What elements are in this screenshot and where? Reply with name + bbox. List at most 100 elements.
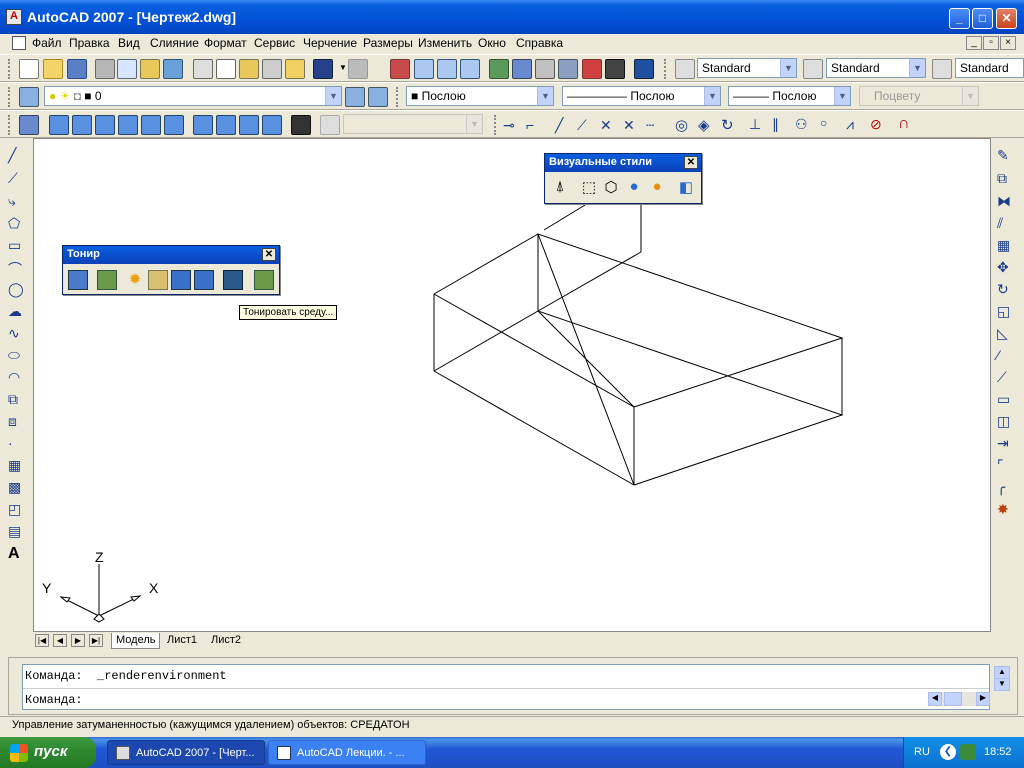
first-tab-button[interactable]: |◀ — [35, 634, 49, 647]
plot-icon[interactable] — [95, 59, 115, 79]
snap-nearest-icon[interactable]: ⩘ — [846, 116, 854, 133]
break-at-point-icon[interactable]: ▭ — [997, 391, 1015, 409]
arc-icon[interactable]: ⌒ — [8, 259, 26, 277]
snap-tangent-icon[interactable]: ↻ — [721, 116, 734, 134]
text-style-icon[interactable] — [675, 59, 695, 79]
left-view-icon[interactable] — [95, 115, 115, 135]
plot-preview-icon[interactable] — [117, 59, 137, 79]
calculator-icon[interactable] — [605, 59, 625, 79]
gradient-icon[interactable]: ▩ — [8, 479, 26, 497]
line-icon[interactable]: ╱ — [8, 147, 26, 165]
front-view-icon[interactable] — [141, 115, 161, 135]
sw-iso-icon[interactable] — [193, 115, 213, 135]
web-publish-icon[interactable] — [163, 59, 183, 79]
top-view-icon[interactable] — [49, 115, 69, 135]
network-icon[interactable] — [960, 744, 976, 760]
hatch-icon[interactable]: ▦ — [8, 457, 26, 475]
2d-wireframe-icon[interactable]: ⍋ — [550, 178, 570, 198]
revision-cloud-icon[interactable]: ☁ — [8, 303, 26, 321]
document-icon[interactable] — [12, 36, 26, 50]
properties-icon[interactable] — [489, 59, 509, 79]
make-layer-current-icon[interactable] — [345, 87, 365, 107]
snap-parallel-icon[interactable]: ∥ — [772, 116, 779, 133]
drawing-canvas[interactable]: Z Y X — [33, 138, 991, 632]
hide-icon[interactable] — [68, 270, 88, 290]
snap-center-icon[interactable]: ◎ — [675, 116, 688, 134]
autocad-app-icon[interactable] — [6, 9, 22, 25]
tool-palettes-icon[interactable] — [535, 59, 555, 79]
ne-iso-icon[interactable] — [239, 115, 259, 135]
se-iso-icon[interactable] — [216, 115, 236, 135]
3d-hidden-icon[interactable]: ⬡ — [601, 178, 621, 198]
cut-icon[interactable] — [193, 59, 213, 79]
render-icon[interactable] — [97, 270, 117, 290]
ellipse-icon[interactable]: ⬭ — [8, 347, 26, 365]
toolbar-grip[interactable] — [8, 115, 12, 135]
toolbar-grip[interactable] — [8, 59, 12, 79]
offset-icon[interactable]: ⫽ — [997, 215, 1015, 233]
break-icon[interactable]: ◫ — [997, 413, 1015, 431]
toolbar-grip[interactable] — [8, 87, 12, 107]
snap-from-icon[interactable]: ⌐ — [526, 117, 534, 133]
snap-perpendicular-icon[interactable]: ⊥ — [749, 116, 761, 133]
design-center-icon[interactable] — [512, 59, 532, 79]
doc-close-button[interactable]: × — [1000, 36, 1016, 50]
markup-icon[interactable] — [582, 59, 602, 79]
snap-apparent-intersection-icon[interactable]: ✕ — [623, 117, 635, 134]
fillet-icon[interactable]: ╭ — [997, 479, 1015, 497]
circle-icon[interactable]: ◯ — [8, 281, 26, 299]
block-editor-icon[interactable] — [285, 59, 305, 79]
render-environment-icon[interactable] — [223, 270, 243, 290]
camera-icon[interactable] — [291, 115, 311, 135]
osnap-settings-icon[interactable]: ∩ — [898, 115, 910, 133]
doc-minimize-button[interactable]: _ — [966, 36, 982, 50]
command-window[interactable]: Команда: _renderenvironment Команда: — [22, 664, 990, 710]
realistic-icon[interactable]: ● — [624, 178, 644, 198]
scroll-left-button[interactable]: ◀ — [928, 692, 942, 706]
menu-file[interactable]: Файл — [32, 36, 62, 50]
construction-line-icon[interactable]: ⟋ — [8, 170, 26, 188]
back-view-icon[interactable] — [164, 115, 184, 135]
task-autocad[interactable]: AutoCAD 2007 - [Черт... — [107, 740, 265, 765]
stretch-icon[interactable]: ◺ — [997, 325, 1015, 343]
text-style-select[interactable]: Standard ▼ — [697, 58, 797, 78]
paste-icon[interactable] — [239, 59, 259, 79]
start-button[interactable]: пуск — [0, 737, 96, 768]
toolbar-grip[interactable] — [396, 87, 400, 107]
render-title[interactable]: Тонир ✕ — [63, 246, 279, 264]
doc-restore-button[interactable]: ▫ — [983, 36, 999, 50]
snap-quadrant-icon[interactable]: ◈ — [698, 116, 710, 134]
close-icon[interactable]: ✕ — [684, 156, 698, 169]
trim-icon[interactable]: ⁄ — [997, 347, 1015, 365]
join-icon[interactable]: ⇥ — [997, 435, 1015, 453]
snap-intersection-icon[interactable]: ✕ — [600, 117, 612, 134]
spline-icon[interactable]: ∿ — [8, 325, 26, 343]
menu-merge[interactable]: Слияние — [150, 36, 199, 50]
zoom-previous-icon[interactable] — [460, 59, 480, 79]
close-icon[interactable]: ✕ — [262, 248, 276, 261]
scroll-thumb[interactable] — [944, 692, 962, 706]
snap-insert-icon[interactable]: ⚇ — [795, 116, 808, 133]
make-block-icon[interactable]: ⧈ — [8, 413, 26, 431]
menu-view[interactable]: Вид — [118, 36, 140, 50]
mapping-icon[interactable] — [194, 270, 214, 290]
table-style-select[interactable]: Standard — [955, 58, 1024, 78]
next-tab-button[interactable]: ▶ — [71, 634, 85, 647]
table-style-icon[interactable] — [932, 59, 952, 79]
command-prompt[interactable]: Команда: — [25, 693, 83, 707]
publish-icon[interactable] — [140, 59, 160, 79]
table-icon[interactable]: ▤ — [8, 523, 26, 541]
polyline-icon[interactable]: ⤷ — [8, 193, 26, 211]
snap-midpoint-icon[interactable]: ⟋ — [577, 117, 587, 134]
sheet-set-icon[interactable] — [558, 59, 578, 79]
snap-endpoint-icon[interactable]: ╱ — [555, 117, 563, 134]
show-hidden-icons-icon[interactable]: ❮ — [940, 744, 956, 760]
named-views-icon[interactable] — [19, 115, 39, 135]
new-icon[interactable] — [19, 59, 39, 79]
3d-wireframe-icon[interactable]: ⬚ — [579, 178, 599, 198]
menu-draw[interactable]: Черчение — [303, 36, 357, 50]
undo-dropdown-icon[interactable]: ▼ — [339, 63, 347, 72]
new-light-icon[interactable]: ✹ — [125, 270, 145, 290]
scale-icon[interactable]: ◱ — [997, 303, 1015, 321]
help-icon[interactable] — [634, 59, 654, 79]
